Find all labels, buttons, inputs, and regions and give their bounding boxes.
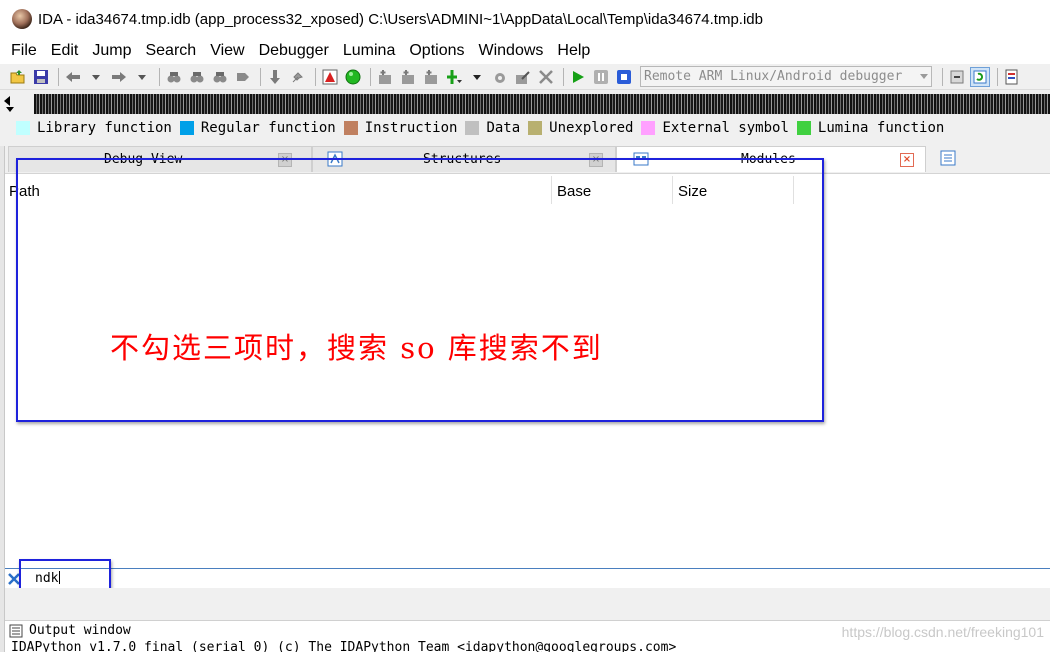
- binoculars-binary-icon[interactable]: [187, 67, 207, 87]
- chevron-down-icon[interactable]: [467, 67, 487, 87]
- legend-label: Unexplored: [549, 120, 634, 136]
- navigation-band[interactable]: [4, 92, 1050, 116]
- legend-label: Library function: [37, 120, 172, 136]
- output-window-icon: [9, 624, 23, 637]
- debugger-select[interactable]: Remote ARM Linux/Android debugger: [640, 66, 932, 87]
- add-data-icon[interactable]: [398, 67, 418, 87]
- navigation-band-strip[interactable]: [34, 94, 1050, 114]
- forward-arrow-icon[interactable]: [109, 67, 129, 87]
- legend-label: External symbol: [662, 120, 789, 136]
- toolbar-separator: [260, 67, 261, 86]
- jump-icon[interactable]: [233, 67, 253, 87]
- legend-item: Instruction: [343, 120, 458, 136]
- close-icon[interactable]: ×: [900, 153, 914, 167]
- nav-left-arrow-icon[interactable]: [4, 96, 10, 106]
- legend-item: External symbol: [641, 120, 789, 136]
- legend-swatch: [465, 121, 480, 135]
- delete-icon[interactable]: [536, 67, 556, 87]
- legend-item: Data: [465, 120, 520, 136]
- toolbar-separator: [563, 67, 564, 86]
- add-string-icon[interactable]: [421, 67, 441, 87]
- menu-file[interactable]: File: [6, 42, 42, 60]
- binoculars-text-icon[interactable]: [164, 67, 184, 87]
- refresh-process-icon[interactable]: [970, 66, 990, 87]
- toolbar: Remote ARM Linux/Android debugger: [0, 64, 1050, 90]
- toolbar-separator: [58, 67, 59, 86]
- menu-edit[interactable]: Edit: [46, 42, 84, 60]
- toolbar-separator: [315, 67, 316, 86]
- binoculars-immediate-icon[interactable]: [210, 67, 230, 87]
- back-arrow-icon[interactable]: [63, 67, 83, 87]
- edit-icon[interactable]: [513, 67, 533, 87]
- add-breakpoint-icon[interactable]: [444, 67, 464, 87]
- list-view-icon[interactable]: [940, 150, 956, 166]
- menu-help[interactable]: Help: [552, 42, 595, 60]
- play-icon[interactable]: [568, 67, 588, 87]
- watermark: https://blog.csdn.net/freeking101: [841, 624, 1044, 640]
- chevron-down-icon[interactable]: [132, 67, 152, 87]
- toolbar-separator: [942, 67, 943, 86]
- down-arrow-icon[interactable]: [265, 67, 285, 87]
- gear-plus-icon[interactable]: [490, 67, 510, 87]
- annotation-text: 不勾选三项时，搜索 so 库搜索不到: [110, 331, 603, 365]
- legend-label: Regular function: [200, 120, 336, 136]
- stop-icon[interactable]: [614, 67, 634, 87]
- highlight-box-modules: [16, 158, 824, 422]
- filter-bar: ndk: [5, 568, 1050, 588]
- menu-options[interactable]: Options: [404, 42, 469, 60]
- title-bar: IDA - ida34674.tmp.idb (app_process32_xp…: [0, 0, 1050, 38]
- toolbar-separator: [997, 67, 998, 86]
- legend-label: Instruction: [364, 120, 458, 136]
- menu-view[interactable]: View: [205, 42, 249, 60]
- menu-debugger[interactable]: Debugger: [254, 42, 334, 60]
- output-window-label: Output window: [29, 623, 131, 638]
- legend-label: Data: [486, 120, 521, 136]
- toolbar-separator: [370, 67, 371, 86]
- legend-swatch: [528, 121, 543, 135]
- legend-swatch: [343, 121, 358, 135]
- menu-lumina[interactable]: Lumina: [338, 42, 400, 60]
- toolbar-separator: [159, 67, 160, 86]
- legend-swatch: [179, 121, 194, 135]
- add-code-icon[interactable]: [375, 67, 395, 87]
- menu-search[interactable]: Search: [140, 42, 201, 60]
- legend-swatch: [796, 121, 811, 135]
- chevron-down-icon[interactable]: [86, 67, 106, 87]
- green-ball-icon[interactable]: [343, 67, 363, 87]
- list-report-icon[interactable]: [1002, 67, 1022, 87]
- attach-process-icon[interactable]: [947, 67, 967, 87]
- debugger-select-value: Remote ARM Linux/Android debugger: [644, 69, 903, 84]
- nav-down-arrow-icon[interactable]: [6, 107, 14, 112]
- pause-icon[interactable]: [591, 67, 611, 87]
- chevron-down-icon: [920, 74, 928, 79]
- legend-item: Library function: [16, 120, 172, 136]
- legend-item: Unexplored: [528, 120, 633, 136]
- output-text: IDAPython v1.7.0 final (serial 0) (c) Th…: [5, 640, 1050, 652]
- legend-label: Lumina function: [817, 120, 945, 136]
- legend-swatch: [16, 121, 30, 135]
- legend: Library function Regular function Instru…: [16, 119, 952, 137]
- menu-jump[interactable]: Jump: [87, 42, 136, 60]
- legend-swatch: [641, 121, 656, 135]
- menu-bar: File Edit Jump Search View Debugger Lumi…: [0, 38, 1050, 64]
- pin-icon[interactable]: [288, 67, 308, 87]
- legend-item: Lumina function: [796, 120, 945, 136]
- window-title: IDA - ida34674.tmp.idb (app_process32_xp…: [38, 10, 763, 28]
- menu-windows[interactable]: Windows: [473, 42, 548, 60]
- save-icon[interactable]: [31, 67, 51, 87]
- panel-gap: [5, 588, 1050, 620]
- open-file-button[interactable]: [8, 67, 28, 87]
- warning-icon[interactable]: [320, 67, 340, 87]
- ida-app-icon: [12, 9, 32, 29]
- legend-item: Regular function: [179, 120, 336, 136]
- output-line: IDAPython v1.7.0 final (serial 0) (c) Th…: [11, 640, 677, 652]
